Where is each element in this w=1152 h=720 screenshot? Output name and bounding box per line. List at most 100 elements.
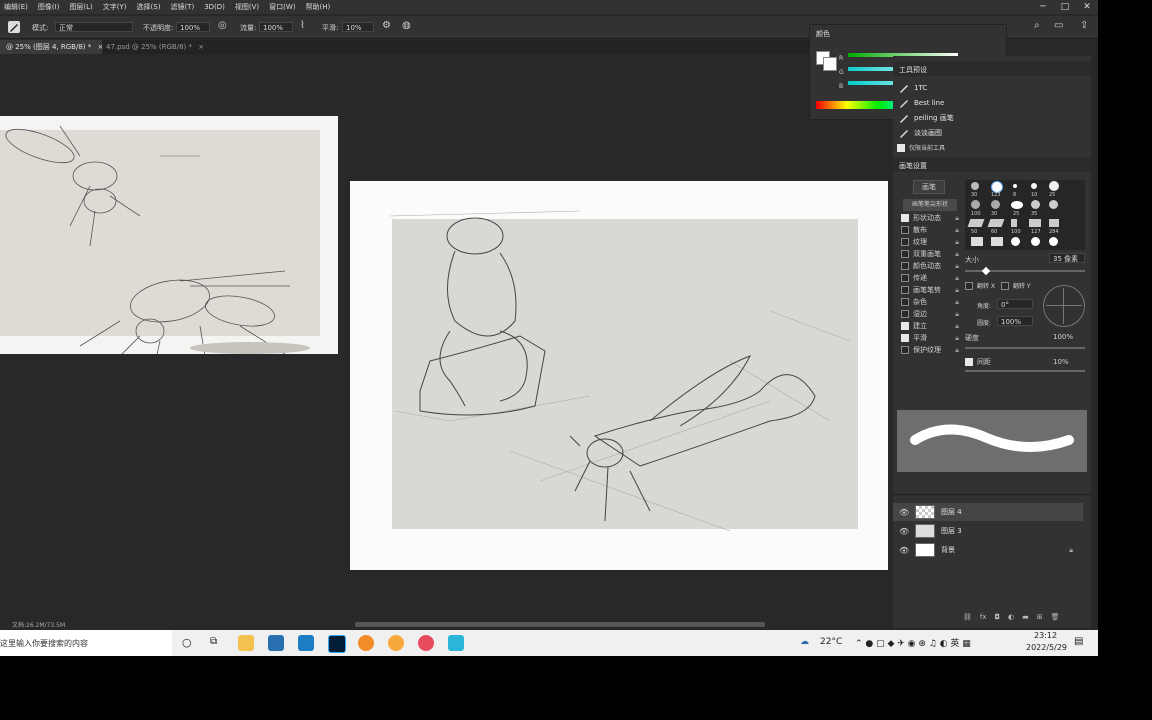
- menu-window[interactable]: 窗口(W): [265, 2, 301, 12]
- brush-tip[interactable]: [1031, 183, 1037, 189]
- cortana-icon[interactable]: ○: [182, 636, 192, 649]
- workspace-icon[interactable]: ▭: [1054, 20, 1063, 31]
- preset-item[interactable]: 淡淡画图: [893, 126, 1081, 140]
- menu-filter[interactable]: 滤镜(T): [166, 2, 200, 12]
- brush-tip[interactable]: [971, 182, 979, 190]
- search-icon[interactable]: ⌕: [1034, 20, 1040, 31]
- search-box[interactable]: 这里输入你要搜索的内容: [0, 630, 172, 656]
- brush-tip-grid[interactable]: 30 123 8 10 25 100 30 25 35 50 60 100 12…: [965, 180, 1085, 250]
- brush-option[interactable]: 纹理 🔒︎: [901, 236, 959, 248]
- canvas-area[interactable]: [0, 55, 892, 620]
- menu-layer[interactable]: 图层(L): [65, 2, 98, 12]
- gear-icon[interactable]: ⚙: [382, 20, 391, 31]
- link-icon[interactable]: ⛓: [963, 613, 972, 621]
- tip-shape-item[interactable]: 画笔笔尖形状: [903, 199, 957, 211]
- clock-date[interactable]: 2022/5/29: [1026, 643, 1067, 652]
- brush-tip[interactable]: [1049, 237, 1058, 246]
- eye-icon[interactable]: 👁︎: [899, 527, 909, 536]
- brush-tip[interactable]: [987, 219, 1005, 227]
- photoshop-icon[interactable]: [328, 635, 346, 653]
- browser-icon[interactable]: [358, 635, 374, 651]
- app-icon[interactable]: [448, 635, 464, 651]
- size-slider-thumb[interactable]: [981, 266, 991, 276]
- brush-option[interactable]: 平滑 🔒︎: [901, 332, 959, 344]
- layer-row[interactable]: 👁︎ 图层 3: [893, 522, 1083, 540]
- spacing-slider[interactable]: [965, 370, 1085, 372]
- roundness-field[interactable]: 100%: [997, 316, 1033, 326]
- tab-inactive[interactable]: 47.psd @ 25% (RGB/8) * ×: [100, 40, 204, 54]
- menu-view[interactable]: 视图(V): [231, 2, 265, 12]
- current-tool-only-checkbox[interactable]: 仅限当前工具: [897, 143, 945, 152]
- clock-time[interactable]: 23:12: [1034, 631, 1057, 640]
- angle-roundness-widget[interactable]: [1043, 285, 1085, 327]
- mode-select[interactable]: 正常: [55, 22, 133, 32]
- smooth-field[interactable]: 10%: [342, 22, 374, 32]
- brush-tip[interactable]: [1011, 237, 1020, 246]
- brush-option[interactable]: 保护纹理 🔒︎: [901, 344, 959, 356]
- preset-item[interactable]: 1TC: [893, 81, 1081, 95]
- brush-option[interactable]: 建立 🔒︎: [901, 320, 959, 332]
- pressure-size-icon[interactable]: ◍: [402, 20, 411, 31]
- background-swatch[interactable]: [823, 57, 837, 71]
- size-field[interactable]: 35 像素: [1049, 253, 1085, 263]
- fx-icon[interactable]: fx: [980, 613, 987, 621]
- brush-option[interactable]: 双重画笔 🔒︎: [901, 248, 959, 260]
- angle-field[interactable]: 0°: [997, 299, 1033, 309]
- brush-tip[interactable]: [1029, 219, 1041, 227]
- brush-tip[interactable]: [1049, 200, 1058, 209]
- app-icon[interactable]: [388, 635, 404, 651]
- minimize-button[interactable]: ─: [1032, 0, 1054, 14]
- brush-tip[interactable]: [1011, 201, 1023, 209]
- close-icon[interactable]: ×: [198, 43, 204, 51]
- brush-tip[interactable]: [1049, 181, 1059, 191]
- app-icon[interactable]: [418, 635, 434, 651]
- brush-tip[interactable]: [971, 237, 983, 246]
- opacity-field[interactable]: 100%: [176, 22, 210, 32]
- close-button[interactable]: ✕: [1076, 0, 1098, 14]
- preset-item[interactable]: peiling 画笔: [893, 111, 1081, 125]
- adjustment-icon[interactable]: ◐: [1008, 613, 1014, 621]
- brush-tip[interactable]: [967, 219, 985, 227]
- spacing-checkbox[interactable]: 间距: [965, 357, 991, 367]
- trash-icon[interactable]: 🗑︎: [1051, 613, 1060, 621]
- brush-option[interactable]: 散布 🔒︎: [901, 224, 959, 236]
- folder-icon[interactable]: ▬: [1022, 613, 1029, 621]
- share-icon[interactable]: ⇪: [1080, 20, 1088, 31]
- layer-row[interactable]: 👁︎ 背景 🔒︎: [893, 541, 1083, 559]
- airbrush-icon[interactable]: ⌇: [300, 20, 305, 31]
- mask-icon[interactable]: ◘: [995, 613, 1001, 621]
- app-icon[interactable]: [298, 635, 314, 651]
- pressure-opacity-icon[interactable]: ◎: [218, 20, 227, 31]
- horizontal-scrollbar[interactable]: [355, 622, 765, 627]
- brush-option[interactable]: 杂色 🔒︎: [901, 296, 959, 308]
- menu-edit[interactable]: 编辑(E): [0, 2, 34, 12]
- tab-active[interactable]: @ 25% (图层 4, RGB/8) * ×: [0, 40, 103, 54]
- brush-presets-button[interactable]: 画笔: [913, 180, 945, 194]
- task-view-icon[interactable]: ⧉: [210, 636, 217, 647]
- preset-item[interactable]: Best line: [893, 96, 1081, 110]
- brush-option[interactable]: 画笔笔势 🔒︎: [901, 284, 959, 296]
- menu-3d[interactable]: 3D(D): [200, 3, 231, 11]
- brush-tip[interactable]: [1031, 200, 1040, 209]
- eye-icon[interactable]: 👁︎: [899, 546, 909, 555]
- brush-option[interactable]: 颜色动态 🔒︎: [901, 260, 959, 272]
- menu-help[interactable]: 帮助(H): [302, 2, 337, 12]
- flip-x-checkbox[interactable]: 翻转 X: [965, 281, 995, 290]
- layer-row[interactable]: 👁︎ 图层 4: [893, 503, 1083, 521]
- brush-tip[interactable]: [1013, 184, 1017, 188]
- eye-icon[interactable]: 👁︎: [899, 508, 909, 517]
- hardness-slider[interactable]: [965, 347, 1085, 349]
- brush-preset-picker[interactable]: [8, 21, 20, 33]
- tray-icons[interactable]: ⌃ ● ▢ ◆ ✈ ◉ ⊕ ♫ ◐ 英 ▦: [855, 636, 971, 649]
- maximize-button[interactable]: □: [1054, 0, 1076, 14]
- flip-y-checkbox[interactable]: 翻转 Y: [1001, 281, 1031, 290]
- brush-tip[interactable]: [1011, 219, 1017, 227]
- document-canvas[interactable]: [350, 181, 888, 570]
- brush-option[interactable]: 形状动态 🔒︎: [901, 212, 959, 224]
- menu-select[interactable]: 选择(S): [133, 2, 167, 12]
- file-explorer-icon[interactable]: [238, 635, 254, 651]
- brush-tip[interactable]: [971, 200, 980, 209]
- brush-option[interactable]: 湿边 🔒︎: [901, 308, 959, 320]
- store-icon[interactable]: [268, 635, 284, 651]
- new-layer-icon[interactable]: ⊞: [1037, 613, 1043, 621]
